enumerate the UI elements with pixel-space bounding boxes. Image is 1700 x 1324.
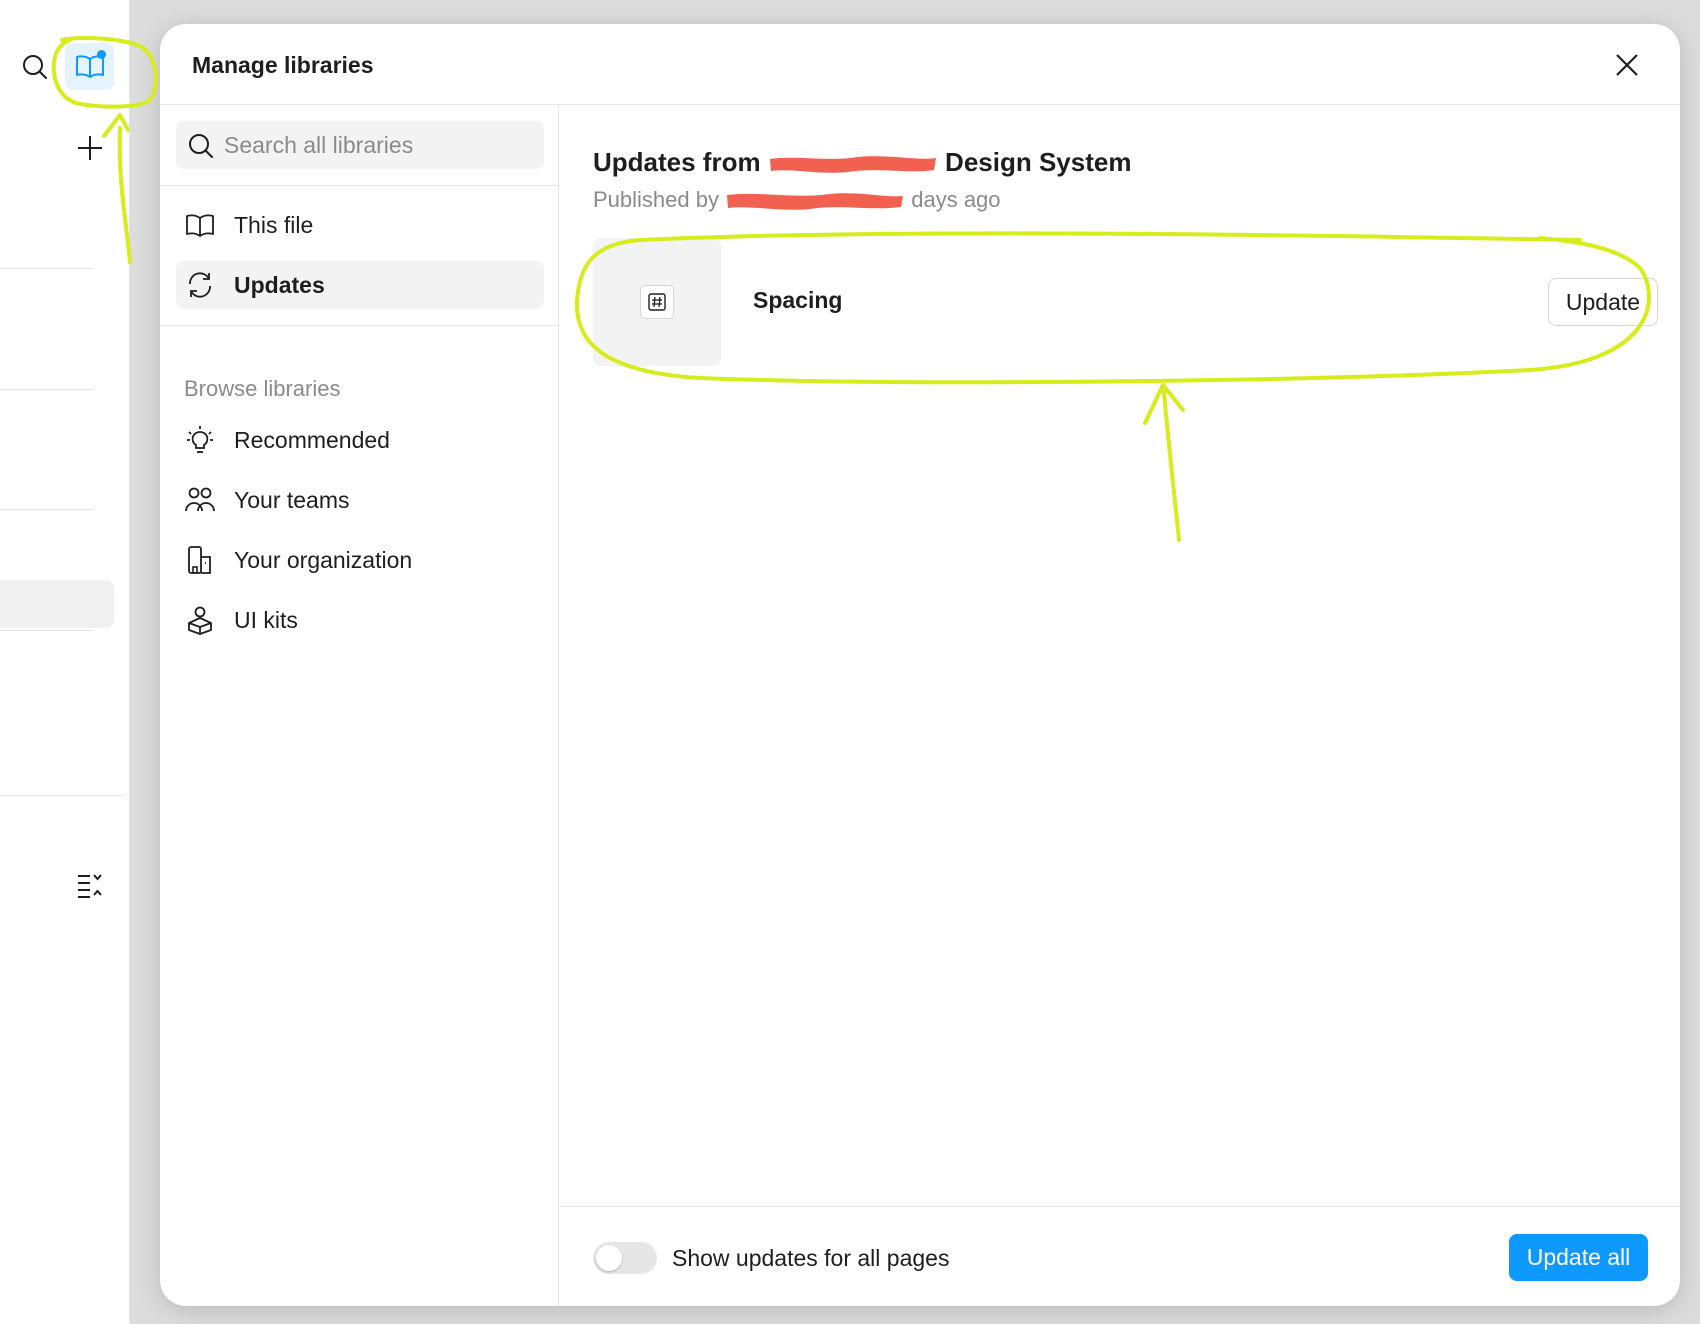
redaction-mark	[727, 193, 904, 210]
search-icon[interactable]	[20, 52, 50, 82]
nav-item-this-file[interactable]: This file	[176, 201, 544, 249]
divider	[0, 389, 93, 390]
toggle-label: Show updates for all pages	[672, 1245, 950, 1271]
library-button[interactable]	[65, 43, 114, 90]
library-search	[176, 121, 544, 169]
selected-row[interactable]	[0, 580, 114, 628]
update-button[interactable]: Update	[1548, 278, 1658, 326]
updates-heading: Updates from Design System	[593, 147, 1131, 178]
plus-icon[interactable]	[76, 134, 104, 162]
divider	[0, 268, 93, 269]
nav-item-your-organization[interactable]: Your organization	[176, 536, 544, 584]
divider	[160, 185, 559, 186]
search-input[interactable]	[224, 121, 534, 169]
heading-prefix: Updates from	[593, 147, 761, 177]
update-item-spacing: Spacing Update	[593, 238, 1673, 366]
subtitle-prefix: Published by	[593, 187, 719, 212]
divider	[0, 795, 124, 796]
show-all-pages-toggle[interactable]	[593, 1242, 657, 1274]
update-all-button[interactable]: Update all	[1509, 1234, 1648, 1281]
divider	[0, 509, 93, 510]
nav-item-recommended[interactable]: Recommended	[176, 416, 544, 464]
cube-icon	[188, 606, 212, 635]
app-left-panel	[0, 0, 130, 1324]
number-variable-icon	[640, 285, 674, 319]
dialog-main: Updates from Design System Published by …	[560, 105, 1680, 1306]
nav-item-updates[interactable]: Updates	[176, 261, 544, 309]
building-icon	[188, 546, 211, 574]
nav-item-label: Your teams	[234, 486, 350, 513]
update-thumbnail	[593, 238, 721, 366]
close-button[interactable]	[1610, 48, 1644, 82]
nav-item-label: Updates	[234, 271, 325, 298]
redaction-mark	[769, 156, 936, 173]
dialog-header: Manage libraries	[160, 24, 1680, 105]
close-icon	[1616, 54, 1638, 76]
manage-libraries-dialog: Manage libraries This file Updates Brows…	[160, 24, 1680, 1306]
notification-dot	[97, 50, 106, 59]
nav-item-ui-kits[interactable]: UI kits	[176, 596, 544, 644]
toggle-knob	[596, 1245, 622, 1271]
dialog-title: Manage libraries	[192, 52, 374, 78]
dialog-sidebar: This file Updates Browse libraries Recom…	[160, 105, 559, 1306]
dialog-footer: Show updates for all pages Update all	[560, 1206, 1680, 1306]
sync-icon	[189, 272, 211, 298]
update-item-name: Spacing	[753, 287, 843, 313]
nav-item-label: UI kits	[234, 606, 298, 633]
nav-item-label: Your organization	[234, 546, 413, 573]
book-icon	[186, 214, 214, 237]
sort-list-icon[interactable]	[76, 871, 104, 899]
divider	[160, 325, 559, 326]
nav-item-label: Recommended	[234, 426, 390, 453]
search-icon	[186, 131, 216, 161]
nav-item-your-teams[interactable]: Your teams	[176, 476, 544, 524]
published-info: Published by days ago	[593, 187, 1001, 213]
heading-suffix: Design System	[945, 147, 1132, 177]
lightbulb-icon	[187, 426, 213, 453]
browse-libraries-heading: Browse libraries	[184, 376, 341, 401]
nav-item-label: This file	[234, 211, 314, 238]
subtitle-suffix: days ago	[911, 187, 1001, 212]
people-icon	[185, 487, 215, 512]
divider	[0, 630, 93, 631]
